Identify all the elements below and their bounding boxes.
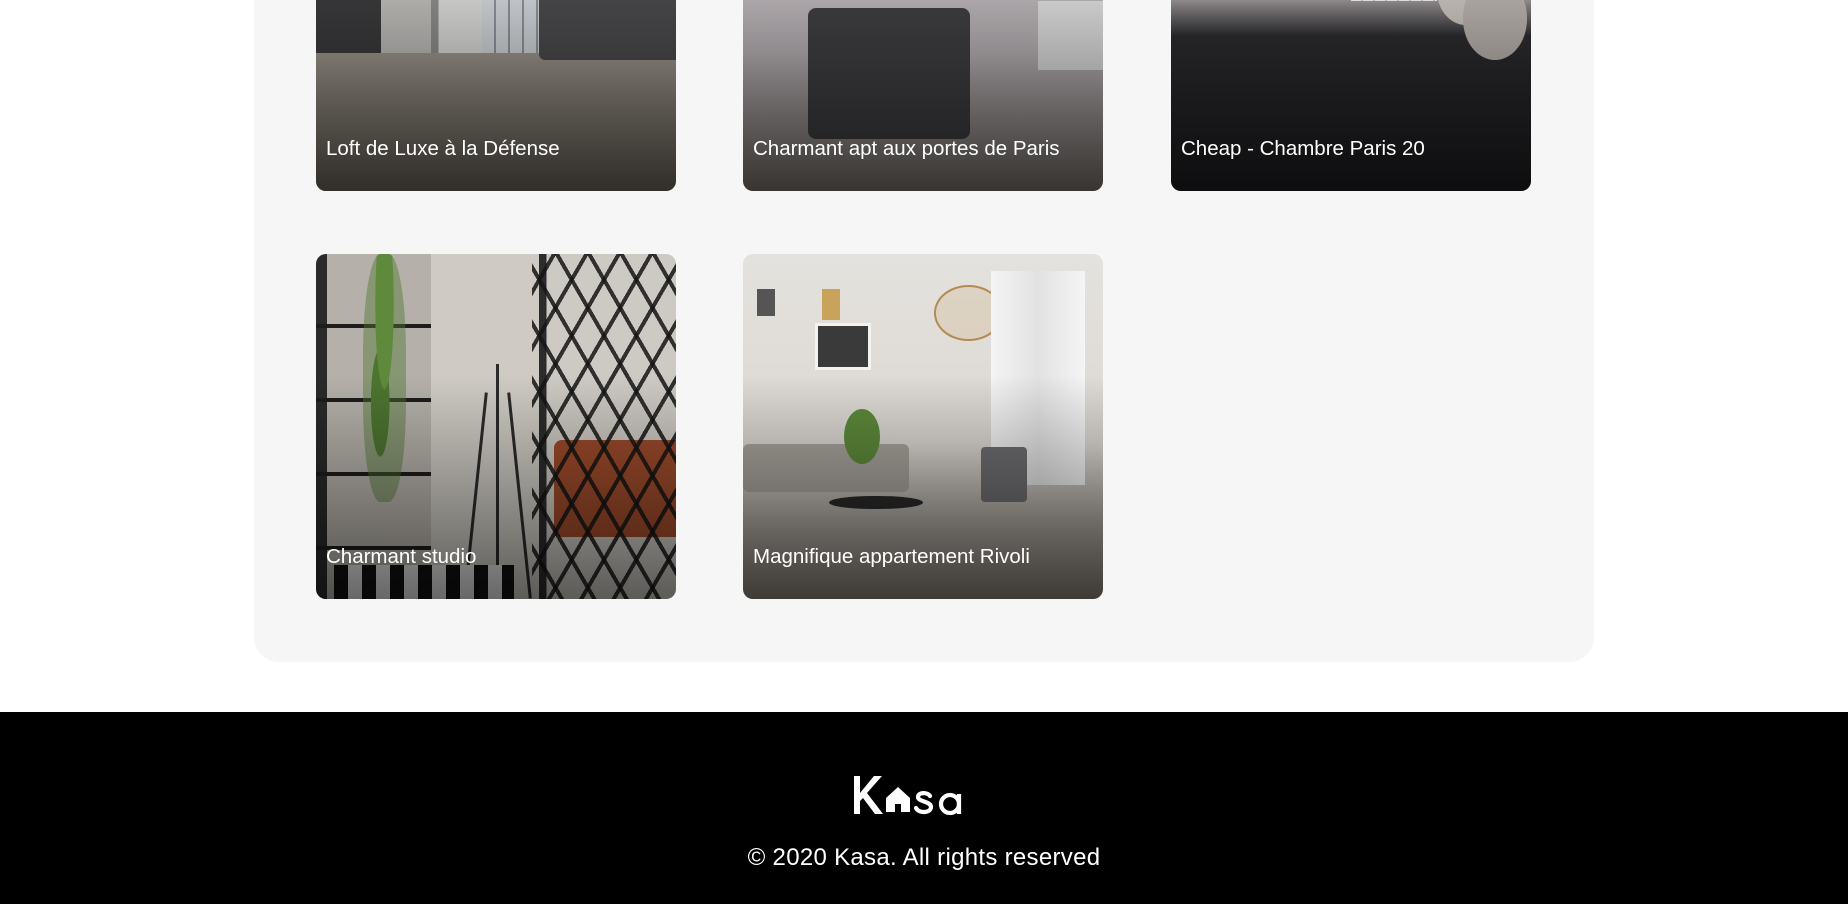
listing-card-cheap-chambre[interactable]: Cheap - Chambre Paris 20 <box>1171 0 1531 191</box>
kasa-logo <box>852 772 978 818</box>
listing-title: Cheap - Chambre Paris 20 <box>1181 137 1425 160</box>
listing-card-loft-de-luxe[interactable]: Loft de Luxe à la Défense <box>316 0 676 191</box>
listings-gallery: Loft de Luxe à la Défense Charmant apt a… <box>254 0 1594 662</box>
listing-title: Magnifique appartement Rivoli <box>753 545 1030 568</box>
listing-card-charmant-apt[interactable]: Charmant apt aux portes de Paris <box>743 0 1103 191</box>
site-footer: © 2020 Kasa. All rights reserved <box>0 712 1848 904</box>
copyright-text: © 2020 Kasa. All rights reserved <box>747 844 1101 871</box>
listing-card-magnifique-rivoli[interactable]: Magnifique appartement Rivoli <box>743 254 1103 599</box>
listing-title: Charmant studio <box>326 545 477 568</box>
listing-card-charmant-studio[interactable]: Charmant studio <box>316 254 676 599</box>
listing-title: Loft de Luxe à la Défense <box>326 137 560 160</box>
listing-title: Charmant apt aux portes de Paris <box>753 137 1060 160</box>
